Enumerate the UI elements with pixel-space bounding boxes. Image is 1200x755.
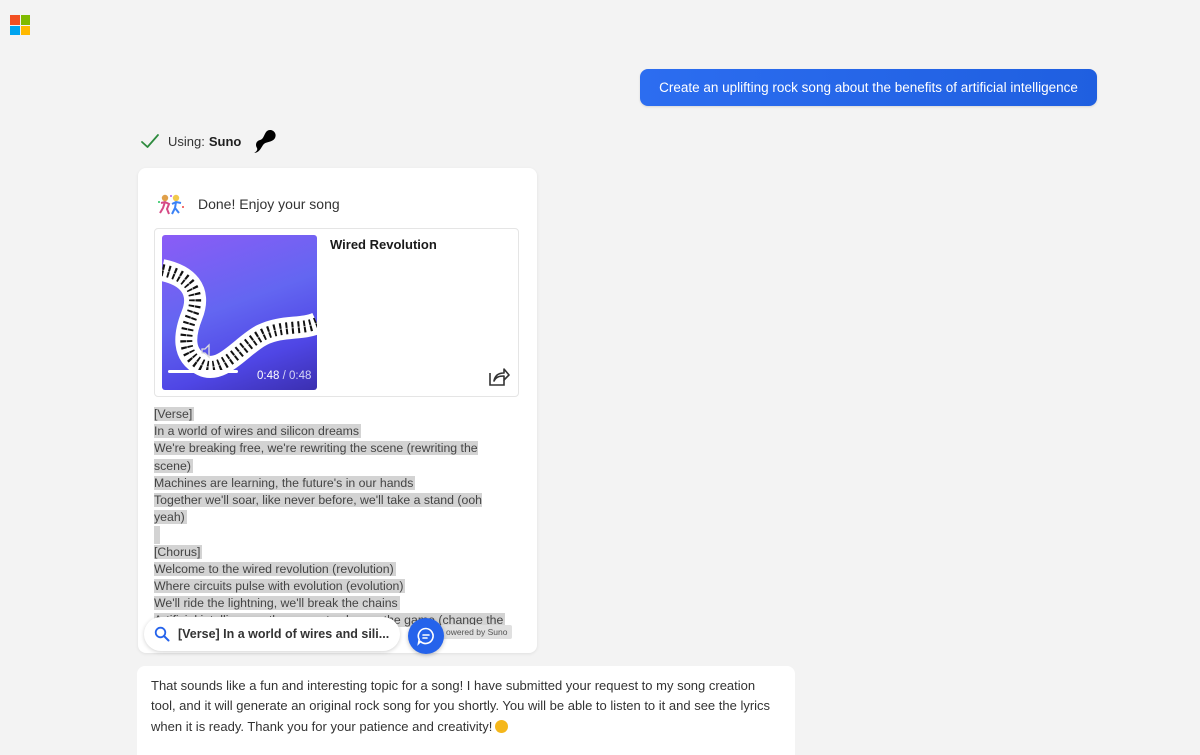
plugin-status-label: Using: — [168, 133, 205, 149]
logo-square-yellow — [20, 25, 30, 35]
lyric-line: Together we'll soar, like never before, … — [154, 492, 516, 526]
lyrics: [Verse] In a world of wires and silicon d… — [154, 406, 516, 647]
lyric-line: Welcome to the wired revolution (revolut… — [154, 561, 516, 578]
powered-by-badge: owered by Suno — [440, 625, 513, 639]
song-player: 0:48 / 0:48 Wired Revolution — [154, 228, 519, 397]
new-chat-button[interactable] — [408, 618, 444, 654]
lyric-line — [154, 526, 516, 544]
lyric-line: We'll ride the lightning, we'll break th… — [154, 595, 516, 612]
lyric-text: Welcome to the wired revolution (revolut… — [154, 561, 396, 576]
lyric-text: [Verse] — [154, 407, 195, 421]
plugin-status: Using: Suno — [140, 128, 277, 154]
logo-square-red — [10, 15, 20, 25]
current-time: 0:48 — [257, 370, 280, 382]
search-suggestion-pill[interactable]: [Verse] In a world of wires and sili... — [144, 617, 400, 651]
checkmark-icon — [141, 134, 159, 148]
chat-bubble-icon — [417, 627, 434, 646]
lyric-line: We're breaking free, we're rewriting the… — [154, 440, 516, 474]
playback-time: 0:48 / 0:48 — [257, 370, 311, 382]
playback-progress-bar[interactable] — [168, 370, 238, 373]
lyric-line: Where circuits pulse with evolution (evo… — [154, 578, 516, 595]
lyric-text: Machines are learning, the future's in o… — [154, 475, 416, 490]
logo-square-blue — [10, 25, 20, 35]
song-title: Wired Revolution — [330, 237, 437, 252]
song-card-header-text: Done! Enjoy your song — [198, 196, 340, 212]
volume-icon[interactable] — [200, 343, 218, 359]
song-card: Done! Enjoy your song 0:48 / 0:48 Wired … — [138, 168, 537, 654]
plugin-name: Suno — [208, 133, 242, 149]
dancing-people-icon — [158, 194, 184, 215]
assistant-reply-text: That sounds like a fun and interesting t… — [151, 678, 771, 734]
microsoft-logo — [10, 15, 30, 35]
share-icon[interactable] — [486, 366, 510, 388]
lyric-text: [Chorus] — [154, 544, 203, 559]
lyric-text: Where circuits pulse with evolution (evo… — [154, 579, 406, 594]
suno-logo-icon — [254, 130, 276, 153]
lyric-line: In a world of wires and silicon dreams — [154, 423, 516, 440]
piano-keys-artwork — [162, 259, 317, 378]
album-cover[interactable]: 0:48 / 0:48 — [162, 235, 317, 390]
lyric-line: [Verse] — [154, 406, 516, 423]
song-card-header: Done! Enjoy your song — [156, 193, 340, 215]
lyric-text: We're breaking free, we're rewriting the… — [154, 441, 478, 473]
lyric-text: We'll ride the lightning, we'll break th… — [154, 596, 400, 611]
assistant-reply: That sounds like a fun and interesting t… — [137, 666, 795, 755]
duration: / 0:48 — [282, 370, 312, 382]
lyric-line: [Chorus] — [154, 544, 516, 561]
lyric-text: Together we'll soar, like never before, … — [154, 493, 483, 525]
search-icon — [154, 626, 170, 642]
logo-square-green — [20, 15, 30, 25]
user-message-bubble: Create an uplifting rock song about the … — [640, 69, 1097, 106]
lyric-text — [154, 526, 160, 544]
search-suggestion-text: [Verse] In a world of wires and sili... — [178, 627, 390, 641]
smile-emoji-icon — [495, 719, 509, 733]
lyric-line: Machines are learning, the future's in o… — [154, 475, 516, 492]
lyric-text: In a world of wires and silicon dreams — [154, 424, 362, 439]
